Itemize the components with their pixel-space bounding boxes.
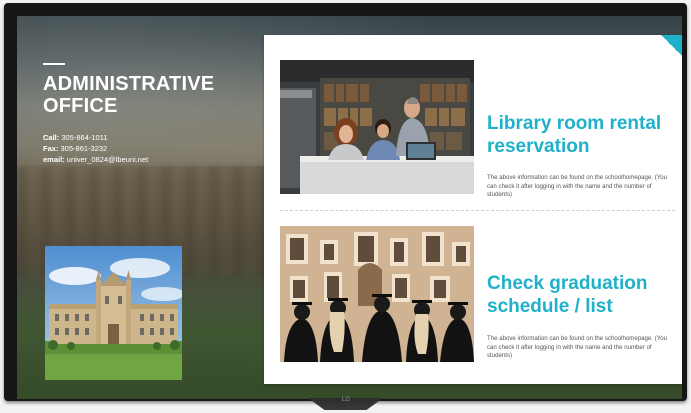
email-value: univer_0824@lbeuni.net xyxy=(64,155,149,164)
library-reservation-title: Library room rental reservation xyxy=(487,113,662,157)
fax-label: Fax: xyxy=(43,144,59,153)
brand-logo: LG xyxy=(341,397,350,403)
graduation-schedule-description: The above information can be found on th… xyxy=(487,335,668,360)
info-card: Library room rental reservation The abov… xyxy=(264,35,682,384)
fax-value: 305-861-3232 xyxy=(58,144,108,153)
call-value: 305-864-1011 xyxy=(59,133,108,142)
contact-fax: Fax: 305-861-3232 xyxy=(43,143,268,154)
office-title: ADMINISTRATIVE OFFICE xyxy=(43,73,215,117)
contact-email: email: univer_0824@lbeuni.net xyxy=(43,154,268,165)
call-label: Call: xyxy=(43,133,60,142)
contact-info: Call: 305-864-1011 Fax: 305-861-3232 ema… xyxy=(43,132,268,165)
library-reservation-description: The above information can be found on th… xyxy=(487,174,668,199)
library-study-photo xyxy=(280,60,474,194)
contact-call: Call: 305-864-1011 xyxy=(43,132,268,143)
campus-building-photo xyxy=(45,246,182,380)
graduation-schedule-title: Check graduation schedule / list xyxy=(487,273,648,317)
corner-tab xyxy=(661,35,682,65)
title-accent-bar xyxy=(43,63,65,65)
tv-bezel: ADMINISTRATIVE OFFICE Call: 305-864-1011… xyxy=(4,3,687,401)
email-label: email: xyxy=(43,155,65,164)
section-divider xyxy=(280,210,675,211)
signage-screen: ADMINISTRATIVE OFFICE Call: 305-864-1011… xyxy=(17,16,682,399)
office-panel: ADMINISTRATIVE OFFICE Call: 305-864-1011… xyxy=(43,63,268,165)
graduation-ceremony-photo xyxy=(280,226,474,362)
